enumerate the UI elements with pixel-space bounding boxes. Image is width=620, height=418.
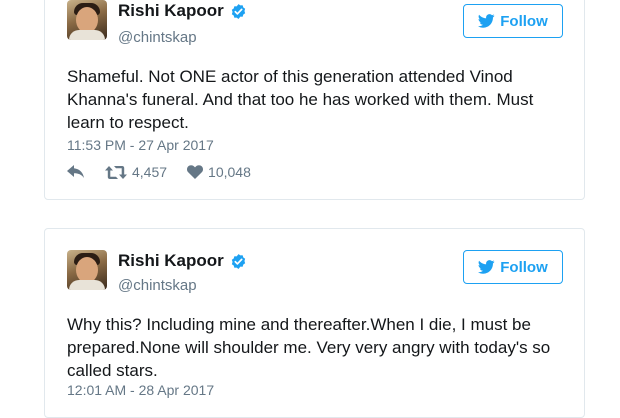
follow-label: Follow xyxy=(500,12,548,30)
tweet-actions: 4,457 10,048 xyxy=(67,164,251,180)
verified-badge-icon xyxy=(231,3,245,19)
verified-badge-icon xyxy=(231,253,245,269)
follow-button[interactable]: Follow xyxy=(463,4,563,38)
handle[interactable]: @chintskap xyxy=(118,277,197,294)
reply-button[interactable] xyxy=(67,165,85,179)
tweet-text: Shameful. Not ONE actor of this generati… xyxy=(67,67,534,132)
retweet-icon xyxy=(105,165,127,179)
tweet-card: Rishi Kapoor @chintskap Follow Why this?… xyxy=(44,228,585,418)
timestamp[interactable]: 11:53 PM - 27 Apr 2017 xyxy=(67,137,214,153)
twitter-bird-icon xyxy=(478,260,495,274)
twitter-bird-icon xyxy=(478,14,495,28)
reply-icon xyxy=(67,165,84,178)
follow-label: Follow xyxy=(500,258,548,276)
avatar[interactable] xyxy=(67,0,107,40)
retweet-button[interactable]: 4,457 xyxy=(105,164,167,180)
handle[interactable]: @chintskap xyxy=(118,29,197,46)
like-button[interactable]: 10,048 xyxy=(187,164,251,180)
heart-icon xyxy=(187,165,204,179)
display-name[interactable]: Rishi Kapoor xyxy=(118,251,224,271)
retweet-count: 4,457 xyxy=(132,164,168,180)
tweet-text: Why this? Including mine and thereafter.… xyxy=(67,315,551,380)
follow-button[interactable]: Follow xyxy=(463,250,563,284)
display-name[interactable]: Rishi Kapoor xyxy=(118,1,224,21)
avatar[interactable] xyxy=(67,250,107,290)
like-count: 10,048 xyxy=(208,164,251,180)
timestamp[interactable]: 12:01 AM - 28 Apr 2017 xyxy=(67,382,214,398)
tweet-card: Rishi Kapoor @chintskap Follow Shameful.… xyxy=(44,0,585,200)
